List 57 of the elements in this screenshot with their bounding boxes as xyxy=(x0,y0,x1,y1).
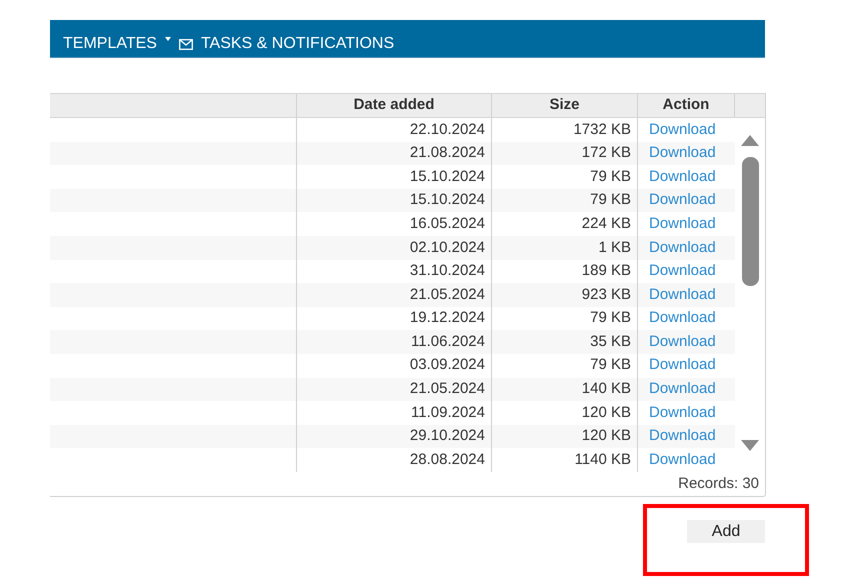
size-cell-text: 224 KB xyxy=(582,214,631,234)
date-cell-text: 11.06.2024 xyxy=(411,332,485,352)
column-header[interactable]: Size xyxy=(492,94,638,117)
date-cell-text: 16.05.2024 xyxy=(410,214,485,234)
mail-icon xyxy=(178,38,193,50)
column-header[interactable]: Action xyxy=(638,94,735,117)
caret-icon xyxy=(164,37,171,41)
size-cell-text: 79 KB xyxy=(590,190,631,210)
size-cell-text: 140 KB xyxy=(582,379,631,400)
download-link[interactable]: Download xyxy=(649,307,716,330)
download-link[interactable]: Download xyxy=(649,189,716,212)
nav-item[interactable]: TEMPLATES xyxy=(63,36,171,52)
download-link[interactable]: Download xyxy=(649,142,716,165)
date-cell-text: 15.10.2024 xyxy=(410,190,485,210)
download-link[interactable]: Download xyxy=(649,378,716,401)
date-cell-text: 11.09.2024 xyxy=(411,402,485,423)
scrollbar-thumb[interactable] xyxy=(742,157,758,286)
download-link[interactable]: Download xyxy=(649,448,716,472)
size-cell-text: 1 KB xyxy=(598,238,631,258)
size-cell-text: 1140 KB xyxy=(574,450,631,470)
size-cell-text: 172 KB xyxy=(582,143,631,164)
download-link[interactable]: Download xyxy=(649,330,716,354)
date-cell-text: 22.10.2024 xyxy=(410,120,485,140)
size-cell-text: 189 KB xyxy=(582,261,631,282)
date-cell-text: 02.10.2024 xyxy=(410,238,485,258)
download-link[interactable]: Download xyxy=(649,212,716,236)
date-cell-text: 21.05.2024 xyxy=(410,284,485,305)
date-cell-text: 28.08.2024 xyxy=(410,450,485,470)
size-cell-text: 923 KB xyxy=(582,284,631,305)
size-cell-text: 79 KB xyxy=(590,355,631,376)
records-count: Records: 30 xyxy=(678,474,759,494)
download-link[interactable]: Download xyxy=(649,402,716,424)
date-cell-text: 03.09.2024 xyxy=(410,355,485,376)
date-cell-text: 21.08.2024 xyxy=(410,143,485,164)
date-cell-text: 21.05.2024 xyxy=(410,379,485,400)
download-link[interactable]: Download xyxy=(649,425,716,448)
scroll-down-icon[interactable] xyxy=(741,440,759,451)
download-link[interactable]: Download xyxy=(649,354,716,377)
date-cell-text: 29.10.2024 xyxy=(410,426,485,446)
download-link[interactable]: Download xyxy=(649,260,716,283)
download-link[interactable]: Download xyxy=(649,118,716,142)
size-cell-text: 120 KB xyxy=(582,402,631,423)
size-cell-text: 120 KB xyxy=(582,426,631,446)
column-header[interactable]: Date added xyxy=(297,94,492,117)
size-cell-text: 35 KB xyxy=(590,332,631,352)
download-link[interactable]: Download xyxy=(649,236,716,260)
date-cell-text: 31.10.2024 xyxy=(410,261,485,282)
scroll-up-icon[interactable] xyxy=(741,135,759,146)
size-cell-text: 1732 KB xyxy=(573,120,631,140)
download-link[interactable]: Download xyxy=(649,284,716,306)
nav-item[interactable]: TASKS & NOTIFICATIONS xyxy=(178,36,394,52)
add-button[interactable]: Add xyxy=(687,520,765,543)
size-cell-text: 79 KB xyxy=(590,166,631,187)
download-link[interactable]: Download xyxy=(649,166,716,188)
date-cell-text: 19.12.2024 xyxy=(410,308,485,328)
date-cell-text: 15.10.2024 xyxy=(410,166,485,187)
size-cell-text: 79 KB xyxy=(590,308,631,328)
